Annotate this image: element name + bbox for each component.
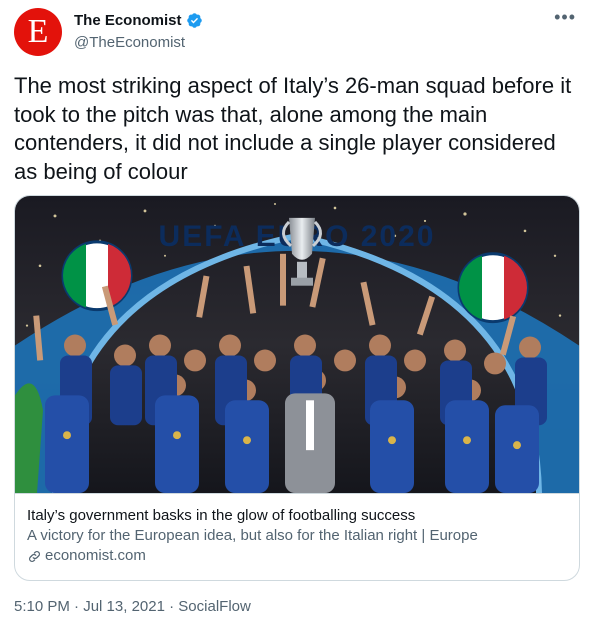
more-options-icon[interactable]: •••: [554, 8, 576, 26]
card-description: A victory for the European idea, but als…: [27, 527, 478, 544]
avatar[interactable]: E: [14, 8, 62, 56]
card-domain: economist.com: [27, 546, 567, 566]
link-card[interactable]: UEFA EURO 2020: [14, 195, 580, 581]
tweet-meta: 5:10 PM · Jul 13, 2021 · SocialFlow: [14, 598, 251, 615]
name-row: The Economist: [74, 12, 203, 29]
meta-separator-2: ·: [169, 598, 175, 615]
tweet-text: The most striking aspect of Italy’s 26-m…: [14, 73, 572, 184]
link-icon: [29, 550, 40, 562]
card-domain-text: economist.com: [45, 547, 146, 564]
tweet-time[interactable]: 5:10 PM: [14, 598, 70, 615]
verified-badge-icon: [186, 13, 202, 28]
account-name[interactable]: The Economist: [74, 12, 182, 29]
card-title: Italy’s government basks in the glow of …: [27, 507, 416, 524]
tweet-header: E The Economist @TheEconomist •••: [14, 8, 578, 56]
card-body: Italy’s government basks in the glow of …: [27, 506, 567, 566]
card-image: UEFA EURO 2020: [15, 196, 579, 494]
tweet-source[interactable]: SocialFlow: [178, 598, 251, 615]
account-handle[interactable]: @TheEconomist: [74, 34, 185, 51]
meta-separator: ·: [74, 598, 80, 615]
tweet-date[interactable]: Jul 13, 2021: [83, 598, 165, 615]
